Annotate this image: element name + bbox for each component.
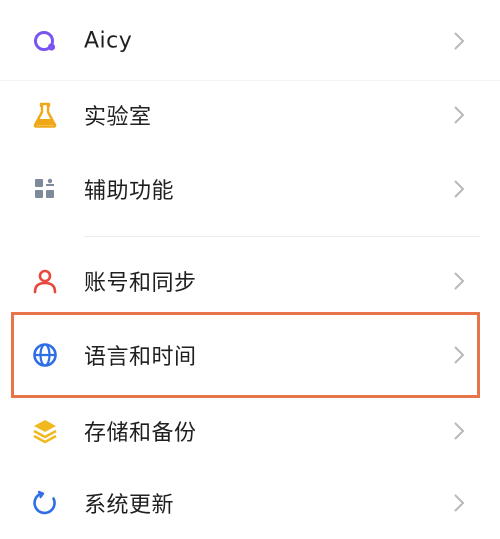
flask-icon xyxy=(31,101,59,129)
settings-item-storage-backup[interactable]: 存储和备份 xyxy=(0,395,500,467)
layers-icon xyxy=(31,417,59,445)
update-icon xyxy=(31,489,59,517)
chevron-right-icon xyxy=(452,344,466,366)
settings-item-label: 语言和时间 xyxy=(84,345,197,370)
section-divider xyxy=(84,236,480,237)
chevron-right-icon xyxy=(452,178,466,200)
globe-icon xyxy=(31,341,59,369)
settings-item-system-update[interactable]: 系统更新 xyxy=(0,467,500,539)
settings-item-label: 辅助功能 xyxy=(84,179,175,204)
chevron-right-icon xyxy=(452,30,466,52)
settings-item-label: Aicy xyxy=(84,28,133,54)
settings-item-label: 实验室 xyxy=(84,105,152,130)
settings-item-lab[interactable]: 实验室 xyxy=(0,79,500,151)
chevron-right-icon xyxy=(452,492,466,514)
settings-item-accessibility[interactable]: 辅助功能 xyxy=(0,153,500,225)
settings-page: Aicy 实验室 辅助功能 账号和同步 语言和时间 存储和备份 系统更新 xyxy=(0,0,500,524)
aicy-icon xyxy=(31,27,59,55)
chevron-right-icon xyxy=(452,270,466,292)
settings-item-language-time[interactable]: 语言和时间 xyxy=(0,319,500,391)
settings-item-account-sync[interactable]: 账号和同步 xyxy=(0,245,500,317)
settings-item-label: 存储和备份 xyxy=(84,421,197,446)
settings-item-aicy[interactable]: Aicy xyxy=(0,5,500,77)
settings-item-label: 系统更新 xyxy=(84,493,175,518)
settings-item-label: 账号和同步 xyxy=(84,271,197,296)
chevron-right-icon xyxy=(452,104,466,126)
accessibility-grid-icon xyxy=(31,175,59,203)
user-icon xyxy=(31,267,59,295)
chevron-right-icon xyxy=(452,420,466,442)
